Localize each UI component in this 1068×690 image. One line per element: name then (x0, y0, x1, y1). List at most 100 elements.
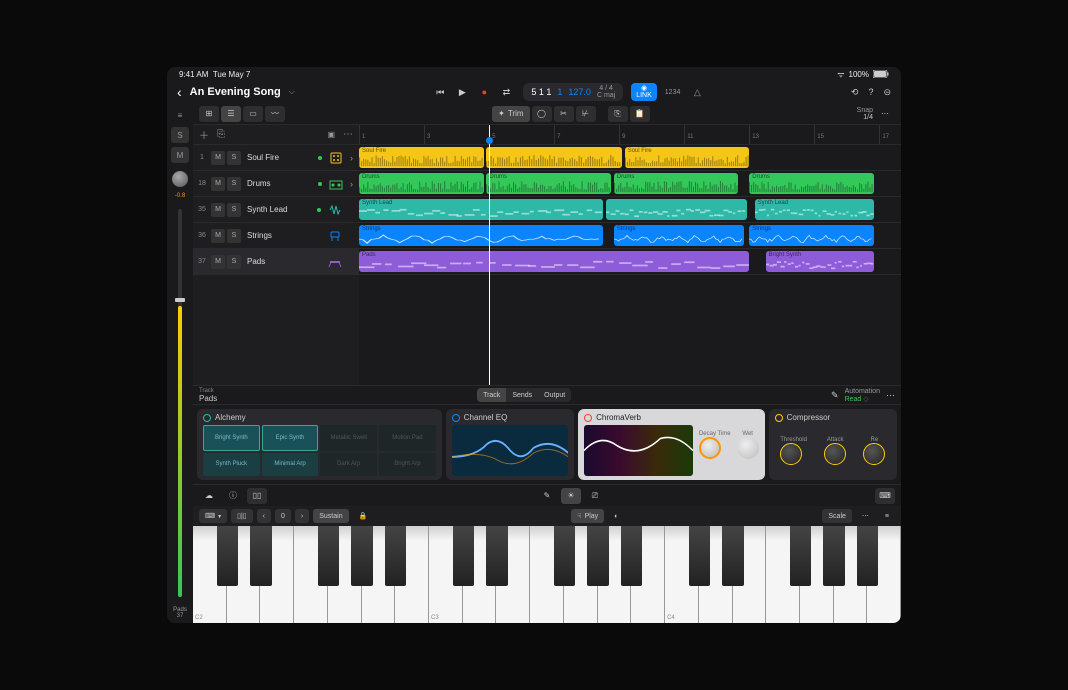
track-header[interactable]: 35 M S Synth Lead (193, 197, 359, 223)
panel-button[interactable]: ▯▯ (247, 488, 267, 504)
alchemy-preset[interactable]: Synth Pluck (203, 453, 260, 477)
sidebar-toggle[interactable]: ≡ (171, 107, 189, 123)
add-track-button[interactable]: ＋ (199, 127, 209, 142)
release-knob[interactable] (863, 443, 885, 465)
solo-button[interactable]: S (227, 151, 241, 165)
playhead[interactable] (489, 125, 490, 385)
solo-button[interactable]: S (227, 229, 241, 243)
power-icon[interactable] (203, 414, 211, 422)
alchemy-preset[interactable]: Motion Pad (379, 425, 436, 451)
black-key[interactable] (722, 526, 743, 586)
mute-button[interactable]: M (211, 229, 225, 243)
track-more-button[interactable]: ⋯ (343, 129, 353, 140)
region[interactable]: Pads (359, 251, 749, 272)
region[interactable]: Strings (749, 225, 874, 246)
alchemy-preset[interactable]: Epic Synth (262, 425, 319, 451)
black-key[interactable] (621, 526, 642, 586)
plugin-channel-eq[interactable]: Channel EQ (446, 409, 574, 480)
mute-master[interactable]: M (171, 147, 189, 163)
black-key[interactable] (554, 526, 575, 586)
power-icon[interactable] (452, 414, 460, 422)
trim-tool[interactable]: ✦ Trim (492, 106, 529, 122)
wet-knob[interactable] (737, 437, 759, 459)
threshold-knob[interactable] (780, 443, 802, 465)
plugin-compressor[interactable]: Compressor Threshold Attack Re (769, 409, 897, 480)
black-key[interactable] (453, 526, 474, 586)
cycle-button[interactable]: ⇄ (497, 83, 515, 101)
attack-knob[interactable] (824, 443, 846, 465)
black-key[interactable] (217, 526, 238, 586)
black-key[interactable] (689, 526, 710, 586)
record-enable-icon[interactable] (318, 156, 322, 160)
decay-knob[interactable] (699, 437, 721, 459)
loop-tool[interactable]: ◯ (532, 106, 552, 122)
mute-button[interactable]: M (211, 255, 225, 269)
record-enable-icon[interactable] (317, 208, 321, 212)
lcd-display[interactable]: 5 1 1 1 127.0 4 / 4C maj (523, 83, 623, 101)
solo-button[interactable]: S (227, 177, 241, 191)
lock-button[interactable]: 🔒 (353, 509, 374, 523)
tab-track[interactable]: Track (477, 388, 506, 402)
black-key[interactable] (790, 526, 811, 586)
black-key[interactable] (486, 526, 507, 586)
region[interactable]: Soul Fire (359, 147, 484, 168)
kb-more-button[interactable]: ⋯ (856, 509, 875, 523)
metronome-button[interactable]: △ (688, 83, 706, 101)
scale-button[interactable]: Scale (822, 509, 852, 523)
alchemy-preset[interactable]: Bright Arp (379, 453, 436, 477)
region[interactable]: Bright Synth (766, 251, 874, 272)
solo-button[interactable]: S (227, 255, 241, 269)
black-key[interactable] (587, 526, 608, 586)
sliders-button[interactable]: ⎚ (585, 488, 605, 504)
settings-button[interactable]: ⊝ (883, 87, 891, 98)
region[interactable]: Strings (614, 225, 744, 246)
octave-up-button[interactable]: › (295, 509, 309, 523)
mute-button[interactable]: M (211, 203, 225, 217)
region[interactable]: Soul Fire (625, 147, 750, 168)
copy-tool[interactable]: ⎘ (608, 106, 628, 122)
region[interactable] (606, 199, 747, 220)
sustain-button[interactable]: Sustain (313, 509, 348, 523)
track-stack-button[interactable]: ⎘ (217, 129, 225, 140)
piano-keyboard[interactable]: C2C3C4 (193, 526, 901, 623)
mute-button[interactable]: M (211, 151, 225, 165)
view-grid-button[interactable]: ⊞ (199, 106, 219, 122)
play-button[interactable]: ▶ (453, 83, 471, 101)
library-button[interactable]: ☁ (199, 488, 219, 504)
more-button[interactable]: ⋯ (875, 106, 895, 122)
track-header[interactable]: 37 M S Pads (193, 249, 359, 275)
track-header[interactable]: 36 M S Strings (193, 223, 359, 249)
octave-down-button[interactable]: ‹ (257, 509, 271, 523)
tab-sends[interactable]: Sends (506, 388, 538, 402)
kb-menu-button[interactable]: ≡ (879, 509, 895, 523)
black-key[interactable] (857, 526, 878, 586)
camera-button[interactable]: ▣ (327, 130, 335, 139)
track-header[interactable]: 18 M S Drums › (193, 171, 359, 197)
black-key[interactable] (823, 526, 844, 586)
solo-button[interactable]: S (227, 203, 241, 217)
record-button[interactable]: ● (475, 83, 493, 101)
black-key[interactable] (250, 526, 271, 586)
alchemy-preset[interactable]: Bright Synth (203, 425, 260, 451)
record-enable-icon[interactable] (318, 182, 322, 186)
automation-mode[interactable]: Read (845, 396, 862, 403)
timeline[interactable]: 1 3 5 7 9 11 13 15 17 Soul FireSoul Fire… (359, 125, 901, 385)
power-icon[interactable] (584, 414, 592, 422)
volume-fader[interactable] (178, 209, 182, 597)
mute-button[interactable]: M (211, 177, 225, 191)
view-automation-button[interactable]: 〰 (265, 106, 285, 122)
snap-setting[interactable]: Snap1/4 (857, 107, 873, 121)
rewind-button[interactable]: ⏮ (431, 83, 449, 101)
brightness-button[interactable]: ☀ (561, 488, 581, 504)
kb-mode-button[interactable]: ⌨ ▾ (199, 509, 227, 523)
view-single-button[interactable]: ▭ (243, 106, 263, 122)
glissando-button[interactable]: ◐ (608, 509, 624, 523)
undo-button[interactable]: ⟲ (851, 87, 859, 98)
play-mode-button[interactable]: ☟ Play (571, 509, 604, 523)
scissors-tool[interactable]: ✂ (554, 106, 574, 122)
plugin-alchemy[interactable]: Alchemy Bright Synth Epic Synth Metallic… (197, 409, 442, 480)
keyboard-view-button[interactable]: ⌨ (875, 488, 895, 504)
black-key[interactable] (351, 526, 372, 586)
solo-master[interactable]: S (171, 127, 189, 143)
pan-knob[interactable] (172, 171, 188, 187)
